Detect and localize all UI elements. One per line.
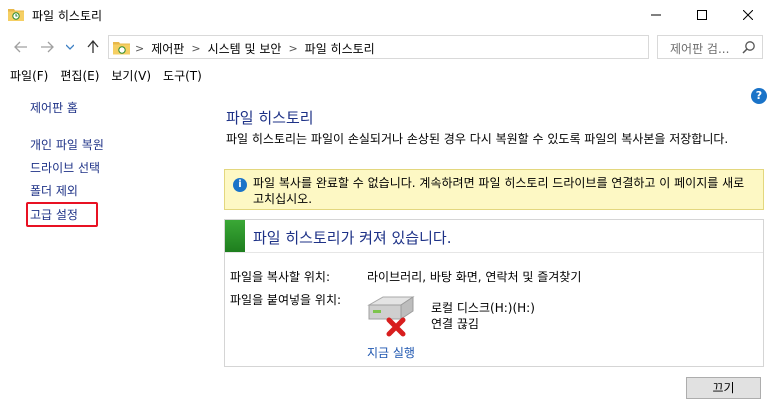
menu-edit[interactable]: 편집(E) (50, 64, 99, 84)
breadcrumb-chevron-icon[interactable]: > (135, 42, 144, 55)
sidebar: 제어판 홈 개인 파일 복원 드라이브 선택 폴더 제외 고급 설정 (0, 84, 206, 419)
up-button[interactable] (84, 38, 102, 56)
back-button[interactable] (12, 38, 30, 56)
drive-name: 로컬 디스크(H:)(H:) (431, 301, 535, 315)
info-icon: i (233, 178, 247, 192)
search-input[interactable]: 제어판 검... (657, 35, 763, 59)
warning-banner: i 파일 복사를 완료할 수 없습니다. 계속하려면 파일 히스토리 드라이브를… (224, 169, 764, 210)
page-description: 파일 히스토리는 파일이 손실되거나 손상된 경우 다시 복원할 수 있도록 파… (226, 132, 729, 146)
turn-off-button[interactable]: 끄기 (686, 377, 761, 399)
copy-to-label: 파일을 붙여넣을 위치: (230, 293, 342, 307)
control-panel-folder-icon (113, 40, 131, 58)
divider (225, 252, 763, 253)
close-button[interactable] (725, 0, 771, 30)
disconnected-drive-icon (365, 293, 419, 343)
menu-bar: 파일(F) 편집(E) 보기(V) 도구(T) (0, 64, 771, 84)
page-title: 파일 히스토리 (226, 109, 314, 127)
breadcrumb-chevron-icon[interactable]: > (191, 42, 200, 55)
breadcrumb-item[interactable]: 제어판 (151, 40, 184, 57)
minimize-button[interactable] (633, 0, 679, 30)
copy-from-label: 파일을 복사할 위치: (230, 270, 330, 284)
status-heading: 파일 히스토리가 켜져 있습니다. (253, 229, 452, 247)
sidebar-item-exclude-folders[interactable]: 폴더 제외 (30, 182, 78, 199)
copy-from-value: 라이브러리, 바탕 화면, 연락처 및 즐겨찾기 (367, 270, 582, 284)
menu-view[interactable]: 보기(V) (101, 64, 151, 84)
menu-file[interactable]: 파일(F) (0, 64, 48, 84)
search-placeholder: 제어판 검... (670, 42, 730, 56)
search-icon[interactable] (742, 40, 756, 57)
warning-text: 파일 복사를 완료할 수 없습니다. 계속하려면 파일 히스토리 드라이브를 연… (253, 176, 745, 206)
run-now-link[interactable]: 지금 실행 (367, 344, 415, 361)
breadcrumb-item[interactable]: 파일 히스토리 (305, 40, 375, 57)
breadcrumb-item[interactable]: 시스템 및 보안 (208, 40, 282, 57)
breadcrumb: > 제어판 > 시스템 및 보안 > 파일 히스토리 (135, 40, 375, 57)
sidebar-item-restore-personal-files[interactable]: 개인 파일 복원 (30, 136, 104, 153)
forward-button[interactable] (38, 38, 56, 56)
sidebar-item-select-drive[interactable]: 드라이브 선택 (30, 159, 100, 176)
address-row: > 제어판 > 시스템 및 보안 > 파일 히스토리 제어판 검... (0, 30, 771, 64)
advanced-settings-highlight (26, 202, 98, 227)
menu-tools[interactable]: 도구(T) (153, 64, 202, 84)
maximize-button[interactable] (679, 0, 725, 30)
status-green-indicator (225, 220, 245, 252)
window-title: 파일 히스토리 (32, 9, 103, 23)
file-history-app-icon (8, 7, 24, 21)
help-icon[interactable]: ? (751, 88, 767, 104)
recent-locations-dropdown[interactable] (64, 38, 76, 56)
address-bar[interactable]: > 제어판 > 시스템 및 보안 > 파일 히스토리 (108, 35, 749, 59)
breadcrumb-chevron-icon[interactable]: > (288, 42, 297, 55)
status-panel: 파일 히스토리가 켜져 있습니다. 파일을 복사할 위치: 라이브러리, 바탕 … (224, 219, 764, 367)
drive-status: 연결 끊김 (431, 317, 479, 331)
title-bar: 파일 히스토리 (0, 0, 771, 30)
sidebar-item-control-panel-home[interactable]: 제어판 홈 (30, 99, 78, 116)
